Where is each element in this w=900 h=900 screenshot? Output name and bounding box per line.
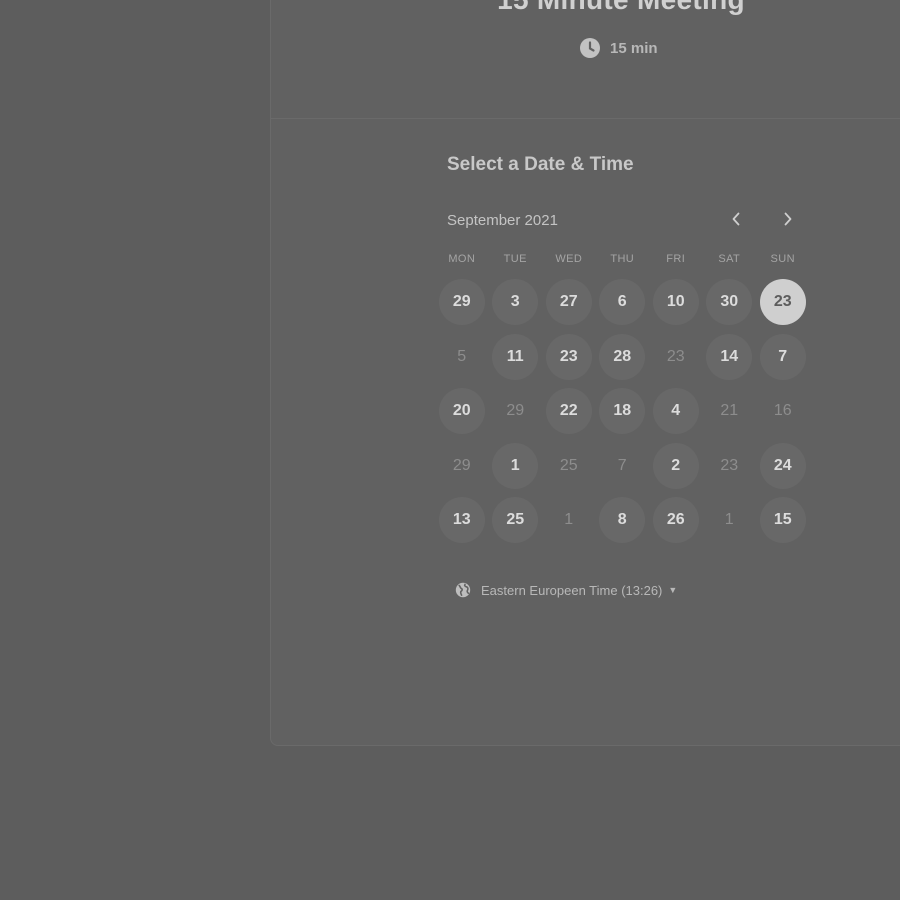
next-month-button[interactable] xyxy=(777,208,799,230)
day-cell-unavailable: 16 xyxy=(756,384,810,439)
day-cell-selected[interactable]: 23 xyxy=(756,275,810,330)
caret-down-icon: ▼ xyxy=(668,585,678,595)
timezone-label: Eastern Europeen Time (13:26) xyxy=(481,582,663,598)
day-cell-available[interactable]: 23 xyxy=(542,330,596,385)
day-number: 7 xyxy=(617,456,627,474)
day-number: 29 xyxy=(438,279,485,326)
weekday-label: THU xyxy=(610,253,635,265)
weekday-label: SAT xyxy=(718,253,741,265)
day-number: 5 xyxy=(457,347,467,365)
globe-icon xyxy=(455,582,471,598)
day-number: 25 xyxy=(492,497,539,544)
day-number: 27 xyxy=(545,279,592,326)
event-title: 15 Minute Meeting xyxy=(271,0,900,16)
day-number: 18 xyxy=(599,388,646,435)
day-number: 20 xyxy=(438,388,485,435)
event-header: 15 Minute Meeting 15 min xyxy=(271,0,900,119)
day-number: 23 xyxy=(720,456,739,474)
day-number: 26 xyxy=(652,497,699,544)
day-cell-available[interactable]: 24 xyxy=(756,439,810,494)
chevron-right-icon xyxy=(784,212,792,226)
weekday-label: MON xyxy=(448,253,476,265)
day-cell-unavailable: 29 xyxy=(489,384,543,439)
day-number: 1 xyxy=(564,511,574,529)
chevron-left-icon xyxy=(732,212,740,226)
day-cell-available[interactable]: 2 xyxy=(649,439,703,494)
day-cell-available[interactable]: 29 xyxy=(435,275,489,330)
day-number: 2 xyxy=(652,442,699,489)
day-cell-available[interactable]: 11 xyxy=(489,330,543,385)
day-number: 6 xyxy=(599,279,646,326)
day-number: 22 xyxy=(545,388,592,435)
weekday-label: TUE xyxy=(503,253,527,265)
weekday-header: MON TUE WED THU FRI SAT SUN xyxy=(435,253,810,271)
day-number: 11 xyxy=(492,333,539,380)
day-cell-available[interactable]: 27 xyxy=(542,275,596,330)
day-cell-available[interactable]: 18 xyxy=(596,384,650,439)
day-number: 14 xyxy=(706,333,753,380)
day-number: 29 xyxy=(452,456,471,474)
day-cell-unavailable: 7 xyxy=(596,439,650,494)
clock-icon xyxy=(580,38,600,58)
day-cell-available[interactable]: 30 xyxy=(703,275,757,330)
month-navigation: September 2021 xyxy=(447,212,803,232)
day-cell-available[interactable]: 26 xyxy=(649,493,703,548)
day-cell-unavailable: 25 xyxy=(542,439,596,494)
day-number: 25 xyxy=(559,456,578,474)
day-cell-available[interactable]: 25 xyxy=(489,493,543,548)
timezone-selector[interactable]: Eastern Europeen Time (13:26) ▼ xyxy=(455,582,677,598)
day-cell-unavailable: 21 xyxy=(703,384,757,439)
day-cell-unavailable: 1 xyxy=(542,493,596,548)
day-number: 4 xyxy=(652,388,699,435)
day-cell-unavailable: 1 xyxy=(703,493,757,548)
day-cell-available[interactable]: 7 xyxy=(756,330,810,385)
duration-label: 15 min xyxy=(610,39,658,57)
day-cell-available[interactable]: 22 xyxy=(542,384,596,439)
day-number: 28 xyxy=(599,333,646,380)
day-number: 13 xyxy=(438,497,485,544)
day-cell-available[interactable]: 6 xyxy=(596,275,650,330)
day-number: 1 xyxy=(492,442,539,489)
weekday-label: WED xyxy=(555,253,583,265)
day-grid: 29 3 27 6 10 30 23 5 11 23 28 23 14 7 20 29 22 18 4 21 16 29 1… xyxy=(435,275,810,548)
weekday-label: SUN xyxy=(770,253,795,265)
day-number: 23 xyxy=(545,333,592,380)
day-cell-available[interactable]: 1 xyxy=(489,439,543,494)
day-cell-available[interactable]: 15 xyxy=(756,493,810,548)
day-cell-available[interactable]: 20 xyxy=(435,384,489,439)
day-number: 1 xyxy=(724,511,734,529)
day-cell-available[interactable]: 28 xyxy=(596,330,650,385)
day-cell-unavailable: 29 xyxy=(435,439,489,494)
event-duration: 15 min xyxy=(580,38,658,58)
previous-month-button[interactable] xyxy=(725,208,747,230)
day-number: 8 xyxy=(599,497,646,544)
day-number: 29 xyxy=(506,402,525,420)
day-number: 16 xyxy=(773,402,792,420)
day-number: 23 xyxy=(759,279,806,326)
day-cell-available[interactable]: 14 xyxy=(703,330,757,385)
day-cell-available[interactable]: 3 xyxy=(489,275,543,330)
day-cell-unavailable: 5 xyxy=(435,330,489,385)
day-number: 23 xyxy=(666,347,685,365)
day-number: 30 xyxy=(706,279,753,326)
day-number: 10 xyxy=(652,279,699,326)
month-label: September 2021 xyxy=(447,212,558,229)
day-cell-unavailable: 23 xyxy=(649,330,703,385)
day-number: 7 xyxy=(759,333,806,380)
day-cell-unavailable: 23 xyxy=(703,439,757,494)
day-cell-available[interactable]: 10 xyxy=(649,275,703,330)
day-cell-available[interactable]: 4 xyxy=(649,384,703,439)
day-number: 21 xyxy=(720,402,739,420)
day-cell-available[interactable]: 13 xyxy=(435,493,489,548)
day-number: 3 xyxy=(492,279,539,326)
weekday-label: FRI xyxy=(666,253,686,265)
booking-card: 15 Minute Meeting 15 min Select a Date &… xyxy=(270,0,900,746)
day-number: 24 xyxy=(759,442,806,489)
calendar: MON TUE WED THU FRI SAT SUN 29 3 27 6 10 30 23… xyxy=(435,253,810,548)
day-number: 15 xyxy=(759,497,806,544)
section-title: Select a Date & Time xyxy=(447,154,634,175)
day-cell-available[interactable]: 8 xyxy=(596,493,650,548)
